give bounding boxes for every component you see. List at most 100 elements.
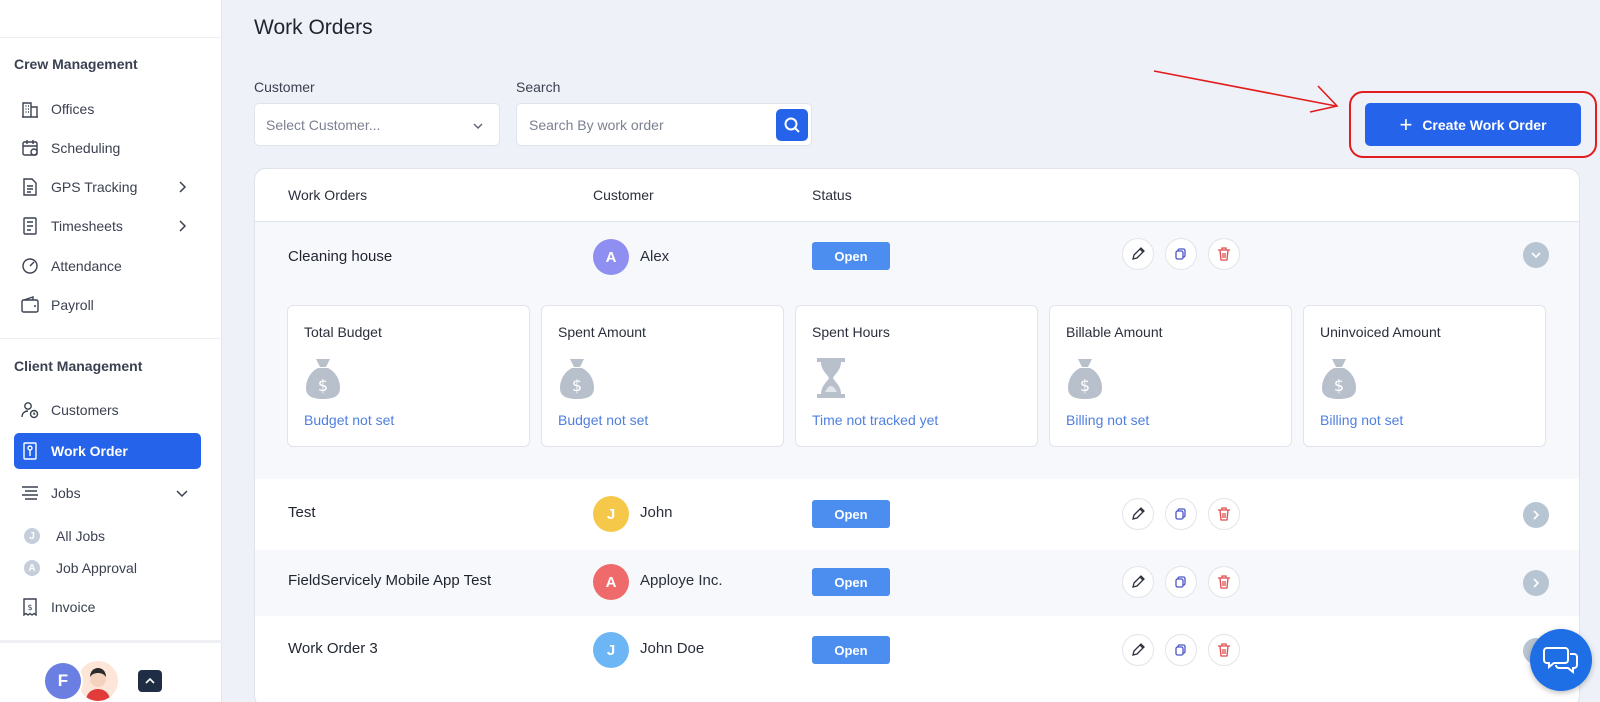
sidebar-item-label: Offices [51,101,95,117]
money-bag-icon: $ [560,359,594,399]
user-avatar[interactable]: F [43,661,83,701]
duplicate-button[interactable] [1165,634,1197,666]
sidebar-item-gps-tracking[interactable]: GPS Tracking [14,169,201,205]
trash-icon [1218,247,1230,261]
collapse-up-button[interactable] [138,670,162,692]
status-badge: Open [812,242,890,270]
chevron-up-icon [145,677,155,684]
table-row[interactable]: FieldServicely Mobile App Test A Apploye… [255,550,1579,616]
edit-button[interactable] [1122,498,1154,530]
hourglass-icon [817,358,845,398]
annotation-arrow-icon [1153,70,1339,113]
status-badge: Open [812,568,890,596]
expand-toggle-button[interactable] [1523,570,1549,596]
customer-avatar: A [593,239,629,275]
summary-card-value: Budget not set [304,412,395,428]
sidebar-item-invoice[interactable]: $ Invoice [14,589,201,625]
delete-button[interactable] [1208,498,1240,530]
table-row[interactable]: Test J John Open [255,482,1579,548]
search-input[interactable] [529,114,759,136]
delete-button[interactable] [1208,634,1240,666]
sidebar-footer: F [0,640,222,702]
summary-card-title: Uninvoiced Amount [1320,324,1441,340]
sidebar-item-customers[interactable]: Customers [14,392,201,428]
customer-name: Alex [640,248,670,265]
duplicate-button[interactable] [1165,498,1197,530]
duplicate-button[interactable] [1165,238,1197,270]
calendar-icon [20,138,40,158]
gauge-icon [20,256,40,276]
chevron-down-icon [1531,252,1541,259]
duplicate-button[interactable] [1165,566,1197,598]
summary-card-spent-amount: Spent Amount $ Budget not set [541,305,784,447]
sidebar-item-label: Scheduling [51,140,121,156]
table-row[interactable]: Work Order 3 J John Doe Open [255,618,1579,684]
summary-card-spent-hours: Spent Hours Time not tracked yet [795,305,1038,447]
expand-toggle-button[interactable] [1523,502,1549,528]
trash-icon [1218,507,1230,521]
sidebar-divider [0,338,222,339]
copy-icon [1175,508,1186,520]
summary-card-value: Budget not set [558,412,649,428]
sidebar-item-attendance[interactable]: Attendance [14,248,201,284]
all-jobs-letter-icon: J [24,528,40,544]
expand-toggle-button[interactable] [1523,242,1549,268]
summary-card-value: Billing not set [1320,412,1404,428]
sidebar-item-label: Jobs [51,485,81,501]
sidebar-subitem-all-jobs[interactable]: J All Jobs [24,525,105,547]
edit-button[interactable] [1122,634,1154,666]
profile-avatar[interactable] [78,661,118,701]
create-work-order-button[interactable]: + Create Work Order [1365,103,1581,146]
pencil-icon [1132,507,1145,520]
chat-support-button[interactable] [1530,629,1592,691]
sidebar-item-timesheets[interactable]: Timesheets [14,208,201,244]
sidebar-top-divider [0,37,222,38]
chevron-down-icon [176,490,188,498]
customer-avatar: J [593,632,629,668]
customer-select[interactable]: Select Customer... [254,103,500,146]
svg-text:$: $ [1334,376,1344,395]
crew-management-heading: Crew Management [14,56,138,72]
sidebar-item-label: Attendance [51,258,122,274]
summary-card-value: Time not tracked yet [812,412,939,428]
delete-button[interactable] [1208,238,1240,270]
delete-button[interactable] [1208,566,1240,598]
copy-icon [1175,576,1186,588]
edit-button[interactable] [1122,238,1154,270]
work-order-icon [20,441,40,461]
sidebar-item-scheduling[interactable]: Scheduling [14,130,201,166]
sidebar-item-offices[interactable]: Offices [14,91,201,127]
svg-text:$: $ [318,376,328,395]
column-header-work-orders: Work Orders [288,187,368,203]
job-approval-letter-icon: A [24,560,40,576]
search-button[interactable] [776,109,808,141]
status-badge: Open [812,636,890,664]
summary-card-title: Total Budget [304,324,382,340]
trash-icon [1218,575,1230,589]
customer-avatar: J [593,496,629,532]
sidebar-item-jobs[interactable]: Jobs [14,475,201,511]
client-management-heading: Client Management [14,358,143,374]
person-icon [86,668,110,701]
sidebar-subitem-job-approval[interactable]: A Job Approval [24,557,137,579]
invoice-icon: $ [20,597,40,617]
document-icon [20,177,40,197]
timesheet-icon [20,216,40,236]
work-order-name: Cleaning house [288,248,393,265]
chevron-down-icon [473,123,483,129]
summary-card-title: Spent Hours [812,324,890,340]
chevron-right-icon [1533,578,1540,588]
svg-text:$: $ [1080,376,1090,395]
copy-icon [1175,248,1186,260]
trash-icon [1218,643,1230,657]
svg-text:$: $ [572,376,582,395]
customer-select-value: Select Customer... [266,116,381,133]
table-row[interactable]: Cleaning house A Alex Open Total Budget … [255,222,1579,479]
edit-button[interactable] [1122,566,1154,598]
sidebar-item-payroll[interactable]: Payroll [14,287,201,323]
customer-name: John [640,504,673,521]
sidebar-subitem-label: Job Approval [56,560,137,576]
customer-name: Apploye Inc. [640,572,723,589]
work-orders-table: Work Orders Customer Status Cleaning hou… [254,168,1580,702]
sidebar-item-work-order[interactable]: Work Order [14,433,201,469]
